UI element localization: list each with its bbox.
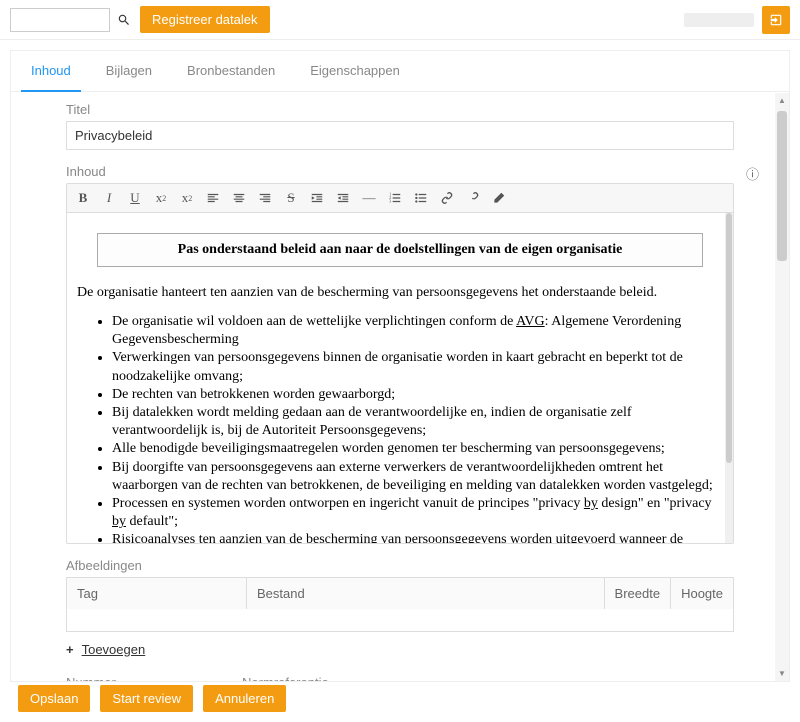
list-item: Risicoanalyses ten aanzien van de besche…	[112, 531, 723, 543]
list-item: Alle benodigde beveiligingsmaatregelen w…	[112, 440, 723, 458]
plus-icon: +	[66, 642, 74, 657]
list-item: Processen en systemen worden ontworpen e…	[112, 495, 723, 531]
title-label: Titel	[66, 102, 734, 117]
nummer-label: Nummer	[66, 675, 232, 683]
editor-body[interactable]: Pas onderstaand beleid aan naar de doels…	[67, 213, 733, 543]
outdent-button[interactable]	[333, 188, 353, 208]
align-left-button[interactable]	[203, 188, 223, 208]
list-item: Verwerkingen van persoonsgegevens binnen…	[112, 349, 723, 385]
bullet-list: De organisatie wil voldoen aan de wettel…	[77, 313, 723, 543]
logout-icon	[769, 13, 783, 27]
scroll-up-icon: ▲	[778, 93, 786, 108]
link-button[interactable]	[437, 188, 457, 208]
logout-button[interactable]	[762, 6, 790, 34]
rich-editor: B I U x2 x2 S — 123 Pas onderstaand bele…	[66, 183, 734, 544]
title-input[interactable]	[66, 121, 734, 150]
subscript-button[interactable]: x2	[151, 188, 171, 208]
images-label: Afbeeldingen	[66, 558, 734, 573]
register-datalek-button[interactable]: Registreer datalek	[140, 6, 270, 33]
intro-paragraph: De organisatie hanteert ten aanzien van …	[77, 285, 723, 301]
tab-bijlagen[interactable]: Bijlagen	[96, 51, 162, 91]
search-input[interactable]	[10, 8, 110, 32]
align-right-button[interactable]	[255, 188, 275, 208]
footer-actions: Opslaan Start review Annuleren	[18, 685, 286, 712]
info-icon[interactable]: ⓘ	[746, 164, 759, 183]
svg-text:3: 3	[389, 199, 391, 204]
eraser-button[interactable]	[489, 188, 509, 208]
italic-button[interactable]: I	[99, 188, 119, 208]
col-breedte: Breedte	[604, 578, 671, 610]
col-tag: Tag	[67, 578, 247, 610]
tabstrip: Inhoud Bijlagen Bronbestanden Eigenschap…	[11, 51, 789, 92]
ordered-list-button[interactable]: 123	[385, 188, 405, 208]
unlink-button[interactable]	[463, 188, 483, 208]
editor-notice: Pas onderstaand beleid aan naar de doels…	[97, 233, 703, 267]
list-item: Bij datalekken wordt melding gedaan aan …	[112, 404, 723, 440]
unordered-list-button[interactable]	[411, 188, 431, 208]
hr-button[interactable]: —	[359, 188, 379, 208]
add-image-button[interactable]: + Toevoegen	[66, 642, 145, 657]
save-button[interactable]: Opslaan	[18, 685, 90, 712]
content-card: Inhoud Bijlagen Bronbestanden Eigenschap…	[10, 50, 790, 682]
col-bestand: Bestand	[247, 578, 605, 610]
tab-eigenschappen[interactable]: Eigenschappen	[300, 51, 410, 91]
indent-button[interactable]	[307, 188, 327, 208]
form-area: Titel Inhoud ⓘ B I U x2 x2 S — 123	[11, 92, 789, 682]
scroll-down-icon: ▼	[778, 666, 786, 681]
search-button[interactable]	[112, 8, 136, 32]
add-label: Toevoegen	[82, 642, 146, 657]
col-hoogte: Hoogte	[671, 578, 734, 610]
page-scrollbar[interactable]: ▲ ▼	[775, 93, 789, 681]
superscript-button[interactable]: x2	[177, 188, 197, 208]
content-label: Inhoud	[66, 164, 734, 179]
topbar: Registreer datalek	[0, 0, 800, 40]
underline-button[interactable]: U	[125, 188, 145, 208]
user-name	[684, 13, 754, 27]
editor-scrollbar[interactable]	[725, 213, 733, 543]
list-item: De rechten van betrokkenen worden gewaar…	[112, 386, 723, 404]
search-icon	[117, 13, 131, 27]
align-center-button[interactable]	[229, 188, 249, 208]
editor-toolbar: B I U x2 x2 S — 123	[67, 184, 733, 213]
start-review-button[interactable]: Start review	[100, 685, 193, 712]
table-row	[67, 609, 734, 631]
normref-label: Normreferentie	[242, 675, 734, 683]
cancel-button[interactable]: Annuleren	[203, 685, 286, 712]
bold-button[interactable]: B	[73, 188, 93, 208]
tab-inhoud[interactable]: Inhoud	[21, 51, 81, 92]
tab-bronbestanden[interactable]: Bronbestanden	[177, 51, 285, 91]
images-table: Tag Bestand Breedte Hoogte	[66, 577, 734, 632]
list-item: De organisatie wil voldoen aan de wettel…	[112, 313, 723, 349]
strikethrough-button[interactable]: S	[281, 188, 301, 208]
list-item: Bij doorgifte van persoonsgegevens aan e…	[112, 459, 723, 495]
